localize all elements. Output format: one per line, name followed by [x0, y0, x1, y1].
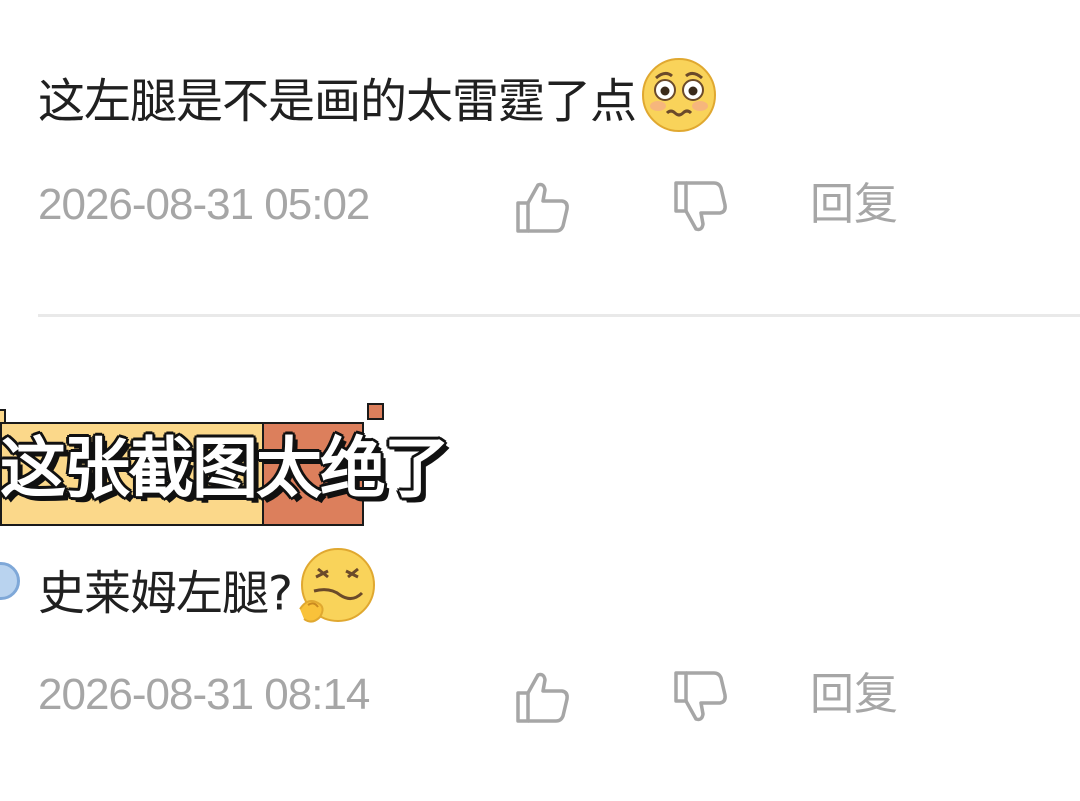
comment-meta: 2026-08-31 05:02 回复 [38, 175, 1038, 235]
comment-text: 这左腿是不是画的太雷霆了点 [38, 74, 637, 130]
reply-button[interactable]: 回复 [810, 665, 898, 725]
dislike-button[interactable] [672, 179, 730, 239]
like-button[interactable] [514, 179, 572, 239]
thumbs-up-icon [516, 672, 569, 723]
comment-text-wrapper: 这左腿是不是画的太雷霆了点 [38, 58, 718, 148]
thumbs-up-icon [516, 182, 569, 233]
like-button[interactable] [514, 669, 572, 729]
comment-text: 史莱姆左腿? [38, 566, 293, 622]
dislike-button[interactable] [672, 669, 730, 729]
caption-handle-left [0, 409, 6, 424]
caption-text: 这张截图太绝了 [0, 430, 450, 507]
thumbs-down-icon [674, 671, 727, 722]
avatar[interactable] [0, 562, 20, 600]
comment-meta: 2026-08-31 08:14 回复 [38, 665, 1038, 725]
reply-button[interactable]: 回复 [810, 175, 898, 235]
thumbs-down-icon [674, 181, 727, 232]
divider [38, 314, 1080, 317]
overlay-caption: 这张截图太绝了 [0, 403, 470, 528]
flushed-face-emoji-icon [640, 56, 718, 142]
timestamp: 2026-08-31 05:02 [38, 180, 370, 229]
timestamp: 2026-08-31 08:14 [38, 670, 370, 719]
comment-text-wrapper: 史莱姆左腿? [38, 548, 376, 641]
dizzy-laughing-face-emoji-icon [296, 547, 376, 635]
caption-handle-right [367, 403, 384, 420]
